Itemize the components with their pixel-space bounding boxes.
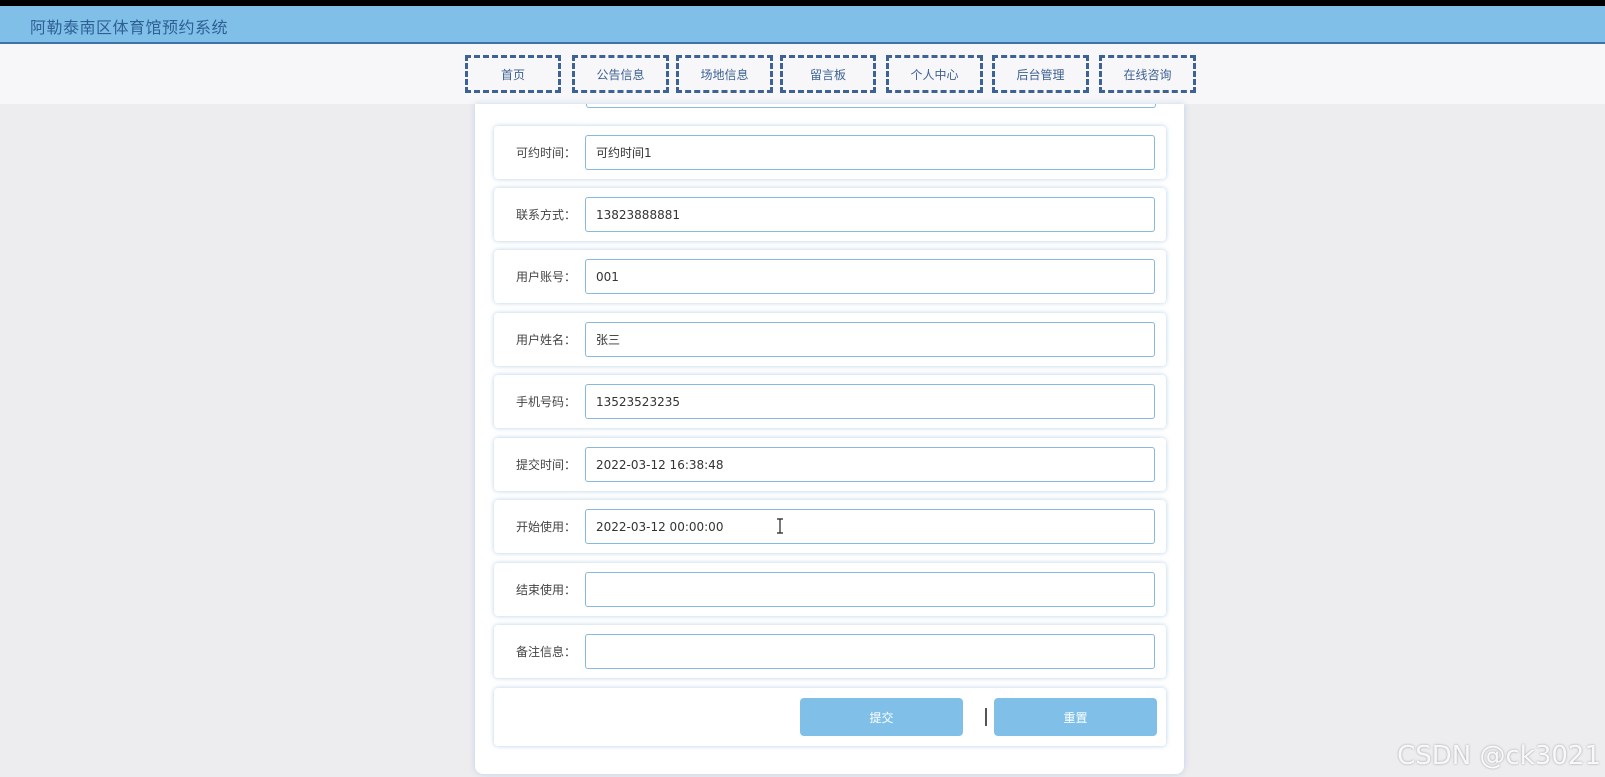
contact-input[interactable] — [585, 197, 1155, 232]
start-use-input[interactable] — [585, 509, 1155, 544]
remarks-input[interactable] — [585, 634, 1155, 669]
nav-item-online-consult[interactable]: 在线咨询 — [1099, 55, 1196, 93]
nav-item-announcements[interactable]: 公告信息 — [572, 55, 669, 93]
phone-input[interactable] — [585, 384, 1155, 419]
available-time-input[interactable] — [585, 135, 1155, 170]
nav-item-venues[interactable]: 场地信息 — [676, 55, 773, 93]
field-label: 结束使用： — [515, 583, 576, 597]
form-row-submit-time: 提交时间： — [494, 438, 1166, 491]
field-label: 开始使用： — [515, 520, 576, 534]
watermark-text: CSDN @ck3021 — [1397, 741, 1601, 771]
form-row-remarks: 备注信息： — [494, 625, 1166, 678]
form-row-contact: 联系方式： — [494, 188, 1166, 241]
form-row-available-time: 可约时间： — [494, 126, 1166, 179]
form-row-phone: 手机号码： — [494, 375, 1166, 428]
text-cursor-icon — [777, 518, 783, 534]
submit-button[interactable]: 提交 — [800, 698, 963, 736]
field-label: 联系方式： — [515, 208, 576, 222]
previous-field-input-edge — [586, 104, 1156, 108]
nav-item-personal-center[interactable]: 个人中心 — [886, 55, 983, 93]
user-account-input[interactable] — [585, 259, 1155, 294]
button-divider — [985, 708, 987, 726]
reset-button[interactable]: 重置 — [994, 698, 1157, 736]
submit-time-input[interactable] — [585, 447, 1155, 482]
field-label: 备注信息： — [515, 645, 576, 659]
field-label: 用户账号： — [515, 270, 576, 284]
field-label: 用户姓名： — [515, 333, 576, 347]
app-title: 阿勒泰南区体育馆预约系统 — [30, 18, 229, 37]
nav-item-message-board[interactable]: 留言板 — [780, 55, 876, 93]
app-header: 阿勒泰南区体育馆预约系统 — [0, 6, 1605, 44]
main-nav: 首页 公告信息 场地信息 留言板 个人中心 后台管理 在线咨询 — [0, 44, 1605, 104]
nav-item-home[interactable]: 首页 — [465, 55, 561, 93]
form-row-start-use: 开始使用： — [494, 500, 1166, 553]
end-use-input[interactable] — [585, 572, 1155, 607]
app-viewport: 阿勒泰南区体育馆预约系统 首页 公告信息 场地信息 留言板 个人中心 后台管理 … — [0, 0, 1605, 777]
booking-form-panel: 可约时间： 联系方式： 用户账号： 用户姓名： 手机号码： 提交时间： 开始使用… — [475, 104, 1184, 774]
field-label: 提交时间： — [515, 458, 576, 472]
user-name-input[interactable] — [585, 322, 1155, 357]
field-label: 手机号码： — [515, 395, 576, 409]
nav-item-admin[interactable]: 后台管理 — [992, 55, 1089, 93]
field-label: 可约时间： — [515, 146, 576, 160]
form-actions: 提交 重置 — [494, 688, 1166, 746]
form-row-user-name: 用户姓名： — [494, 313, 1166, 366]
form-row-user-account: 用户账号： — [494, 250, 1166, 303]
form-row-end-use: 结束使用： — [494, 563, 1166, 616]
